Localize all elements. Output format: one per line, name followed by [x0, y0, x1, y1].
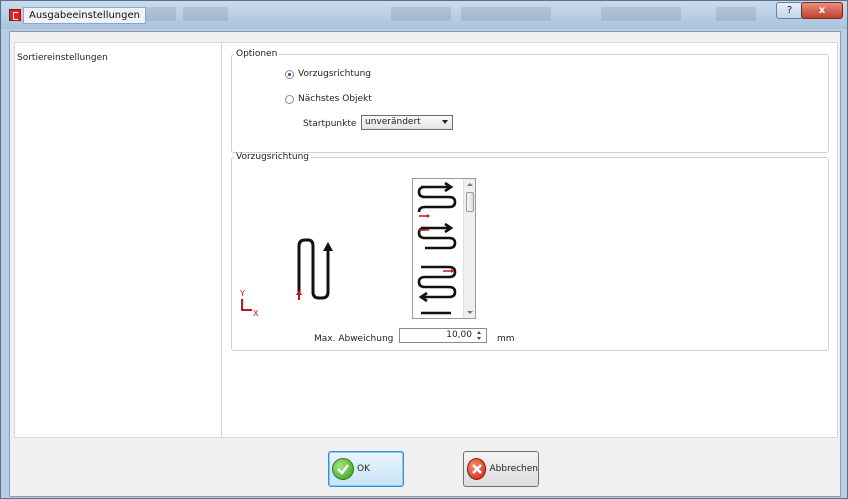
settings-content: Optionen Vorzugsrichtung Nächstes Objekt… — [221, 42, 838, 438]
settings-navigation: Sortiereinstellungen — [10, 32, 221, 438]
serpentine-path-icon — [296, 238, 333, 300]
options-group: Optionen Vorzugsrichtung Nächstes Objekt… — [231, 49, 829, 153]
options-group-label: Optionen — [236, 49, 278, 59]
start-points-value: unverändert — [365, 117, 421, 127]
spinner-arrows-icon[interactable] — [476, 330, 484, 341]
background-taskbar-ghost — [183, 7, 228, 21]
nav-item-label: Sortiereinstellungen — [17, 53, 108, 63]
checkmark-icon — [332, 458, 354, 480]
preferred-direction-group-label: Vorzugsrichtung — [236, 152, 309, 162]
cancel-button-label: Abbrechen — [489, 464, 538, 474]
pattern-option-2 — [417, 214, 457, 250]
axis-x-label: X — [253, 309, 259, 318]
background-taskbar-ghost — [461, 7, 551, 21]
ok-button-label: OK — [357, 464, 370, 474]
title-bar[interactable]: Ausgabeeinstellungen ? x — [1, 1, 847, 29]
pattern-option-1 — [417, 181, 457, 213]
max-deviation-value: 10,00 — [446, 330, 472, 340]
cancel-x-icon — [467, 458, 487, 480]
radio-preferred-direction[interactable]: Vorzugsrichtung — [285, 69, 371, 79]
start-points-label: Startpunkte — [303, 119, 357, 129]
radio-preferred-label: Vorzugsrichtung — [298, 69, 371, 79]
scroll-thumb[interactable] — [466, 192, 474, 212]
scroll-up-icon[interactable] — [467, 183, 473, 186]
start-points-select[interactable]: unverändert — [361, 115, 453, 130]
nav-list-body — [14, 72, 221, 438]
dialog-client-area: Sortiereinstellungen Optionen Vorzugsric… — [9, 31, 841, 497]
help-button[interactable]: ? — [776, 2, 803, 19]
nav-item-sort-settings[interactable]: Sortiereinstellungen — [14, 42, 221, 72]
axis-y-label: Y — [240, 289, 245, 298]
ok-button[interactable]: OK — [328, 451, 404, 487]
dialog-window: Ausgabeeinstellungen ? x Sortiereinstell… — [0, 0, 848, 499]
radio-checked-icon — [285, 69, 294, 79]
max-deviation-label: Max. Abweichung — [314, 334, 394, 344]
radio-nearest-label: Nächstes Objekt — [298, 94, 372, 104]
direction-preview-diagram: Y X — [240, 238, 333, 318]
sort-pattern-icons — [417, 181, 457, 315]
axis-indicator-icon: Y X — [240, 289, 259, 318]
radio-unchecked-icon — [285, 94, 294, 104]
preferred-direction-group: Vorzugsrichtung Y X Max. Abweichung 10,0… — [231, 152, 829, 351]
max-deviation-unit: mm — [497, 334, 515, 344]
pattern-option-3 — [417, 265, 457, 315]
sort-pattern-list[interactable] — [412, 178, 476, 319]
close-button[interactable]: x — [801, 2, 843, 19]
background-taskbar-ghost — [391, 7, 451, 21]
cancel-button[interactable]: Abbrechen — [463, 451, 539, 487]
max-deviation-spinner[interactable]: 10,00 — [399, 328, 487, 343]
scroll-down-icon[interactable] — [467, 311, 473, 314]
pattern-list-scrollbar[interactable] — [463, 179, 475, 318]
background-taskbar-ghost — [716, 7, 756, 21]
path-end-arrow — [323, 242, 333, 251]
app-icon — [9, 9, 21, 21]
background-taskbar-ghost — [601, 7, 681, 21]
window-title: Ausgabeeinstellungen — [23, 7, 146, 24]
chevron-down-icon — [442, 120, 448, 124]
radio-nearest-object[interactable]: Nächstes Objekt — [285, 94, 372, 104]
